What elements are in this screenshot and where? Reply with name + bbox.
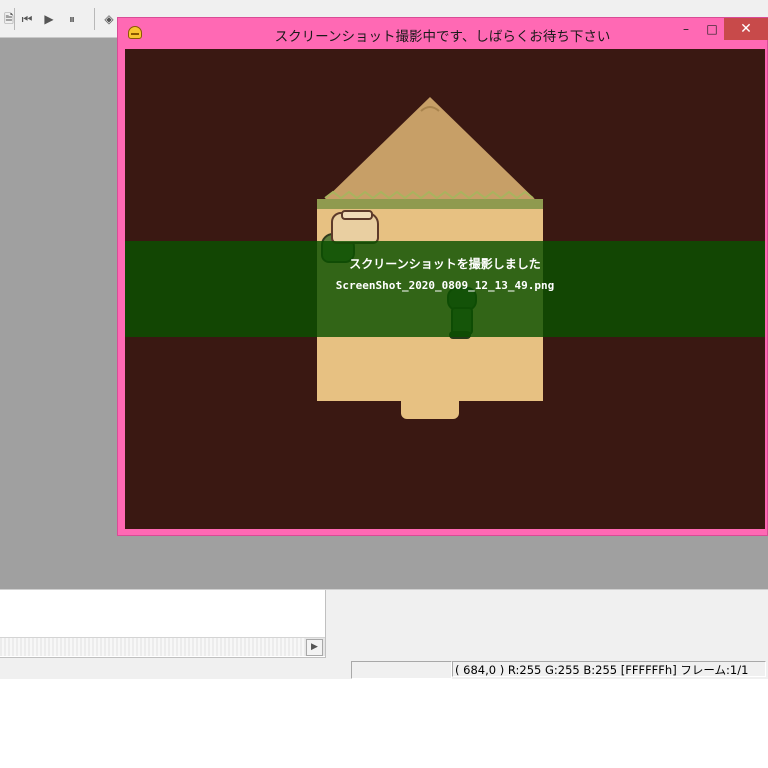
notification-message: スクリーンショットを撮影しました — [349, 257, 541, 271]
pot-lip — [341, 210, 373, 220]
game-window: スクリーンショット撮影中です、しばらくお待ち下さい – □ ✕ スクリーンショッ… — [117, 17, 768, 536]
game-window-title: スクリーンショット撮影中です、しばらくお待ち下さい — [274, 29, 611, 45]
house-roof — [317, 97, 543, 211]
status-bar: ( 684,0 ) R:255 G:255 B:255 [FFFFFFh] フレ… — [0, 661, 768, 679]
close-button[interactable]: ✕ — [724, 18, 768, 40]
toolbar-separator — [94, 8, 95, 30]
game-window-titlebar[interactable]: スクリーンショット撮影中です、しばらくお待ち下さい – □ ✕ — [118, 18, 768, 48]
scroll-right-arrow-icon[interactable]: ▶ — [306, 639, 323, 656]
output-pane: ▶ — [0, 590, 326, 658]
status-pixel-info: ( 684,0 ) R:255 G:255 B:255 [FFFFFFh] フレ… — [452, 661, 766, 677]
minimize-button[interactable]: – — [673, 18, 699, 40]
notification-filename: ScreenShot_2020_0809_12_13_49.png — [335, 279, 555, 292]
status-cell — [351, 661, 452, 679]
house-doorway — [401, 399, 459, 419]
pause-icon[interactable]: ⏸ — [63, 10, 81, 28]
play-icon[interactable]: ▶ — [40, 10, 58, 28]
screenshot-notification: スクリーンショットを撮影しました ScreenShot_2020_0809_12… — [125, 241, 765, 337]
horizontal-scrollbar[interactable]: ▶ — [0, 637, 325, 656]
toolbar-separator — [14, 8, 15, 30]
pot-sprite — [331, 210, 379, 244]
game-canvas[interactable]: スクリーンショットを撮影しました ScreenShot_2020_0809_12… — [125, 49, 765, 529]
paint-icon[interactable]: ◈ — [100, 10, 118, 28]
scrollbar-track[interactable] — [0, 638, 305, 656]
document-icon[interactable]: 🗎 — [0, 10, 18, 28]
maximize-button[interactable]: □ — [699, 18, 725, 40]
rewind-icon[interactable]: ⏮ — [18, 10, 36, 28]
